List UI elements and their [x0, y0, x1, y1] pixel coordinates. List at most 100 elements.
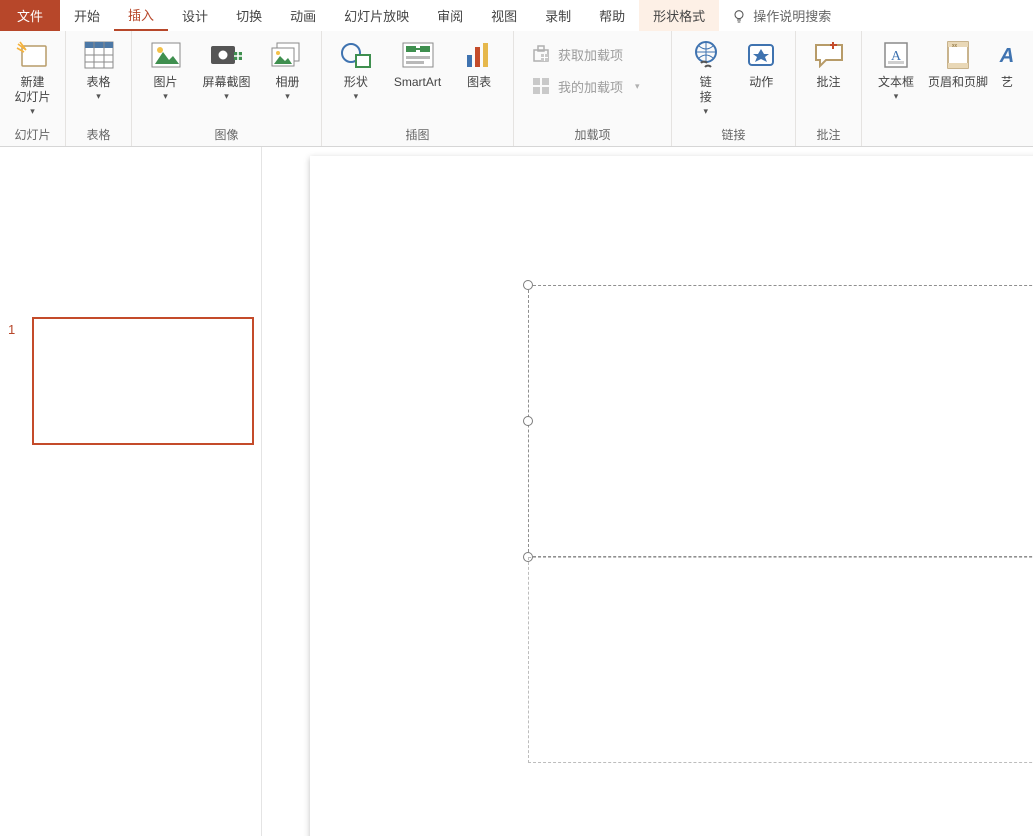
ribbon: 新建 幻灯片 ▾ 幻灯片 表格 ▾ 表格 — [0, 31, 1033, 147]
group-slides-label: 幻灯片 — [0, 126, 65, 146]
dropdown-arrow-icon: ▾ — [354, 91, 359, 102]
slide-thumbnail-1[interactable] — [32, 317, 254, 445]
group-illustrations: 形状 ▾ SmartArt — [322, 31, 514, 146]
table-icon — [84, 41, 114, 69]
table-button[interactable]: 表格 ▾ — [72, 35, 125, 104]
group-illustrations-label: 插图 — [322, 126, 513, 146]
shapes-icon — [340, 41, 372, 69]
group-tables: 表格 ▾ 表格 — [66, 31, 132, 146]
dropdown-arrow-icon: ▾ — [635, 81, 640, 92]
textbox-label: 文本框 — [878, 75, 914, 90]
smartart-button[interactable]: SmartArt — [384, 35, 452, 92]
comment-button[interactable]: 批注 — [802, 35, 855, 92]
svg-text:A: A — [999, 45, 1014, 67]
thumbnail-pane[interactable]: 1 — [0, 147, 262, 836]
group-tables-label: 表格 — [66, 126, 131, 146]
resize-handle-w[interactable] — [523, 416, 533, 426]
action-button[interactable]: 动作 — [734, 35, 790, 92]
smartart-icon — [402, 42, 434, 68]
dropdown-arrow-icon: ▾ — [285, 91, 290, 102]
group-images: 图片 ▾ 屏幕截图 ▾ — [132, 31, 322, 146]
chart-icon — [465, 41, 493, 69]
wordart-button[interactable]: A 艺 — [992, 35, 1022, 92]
group-text-label — [862, 126, 1033, 146]
album-icon — [271, 42, 303, 68]
resize-handle-nw[interactable] — [523, 280, 533, 290]
link-button[interactable]: 链 接 ▾ — [678, 35, 734, 119]
smartart-label: SmartArt — [394, 75, 441, 90]
tab-animations[interactable]: 动画 — [276, 0, 330, 31]
textbox-button[interactable]: A 文本框 ▾ — [868, 35, 924, 104]
dropdown-arrow-icon: ▾ — [96, 91, 101, 102]
album-button[interactable]: 相册 ▾ — [260, 35, 315, 104]
tab-record[interactable]: 录制 — [531, 0, 585, 31]
slide-canvas[interactable]: 单击此 — [310, 156, 1033, 836]
my-addins-label: 我的加载项 — [558, 77, 623, 96]
dropdown-arrow-icon: ▾ — [30, 106, 35, 117]
tell-me-label: 操作说明搜索 — [753, 6, 831, 25]
my-addins-button[interactable]: 我的加载项 ▾ — [524, 73, 648, 99]
picture-button[interactable]: 图片 ▾ — [138, 35, 193, 104]
group-addins-label: 加载项 — [514, 126, 671, 146]
header-footer-label: 页眉和页脚 — [928, 75, 988, 90]
tab-help[interactable]: 帮助 — [585, 0, 639, 31]
thumbnail-number: 1 — [8, 322, 15, 337]
subtitle-placeholder[interactable]: 单击此 — [528, 557, 1033, 763]
tab-design[interactable]: 设计 — [168, 0, 222, 31]
dropdown-arrow-icon: ▾ — [163, 91, 168, 102]
comment-icon — [814, 42, 844, 68]
group-text: A 文本框 ▾ xx 页眉和页脚 — [862, 31, 1033, 146]
get-addins-label: 获取加载项 — [558, 45, 623, 64]
group-addins: 获取加载项 我的加载项 ▾ 加载项 — [514, 31, 672, 146]
group-comments-label: 批注 — [796, 126, 861, 146]
group-comments: 批注 批注 — [796, 31, 862, 146]
wordart-label: 艺 — [1001, 75, 1013, 90]
chart-label: 图表 — [467, 75, 491, 90]
group-images-label: 图像 — [132, 126, 321, 146]
link-icon — [691, 40, 721, 70]
wordart-icon: A — [996, 42, 1018, 68]
slide-editor[interactable]: 单击此 — [262, 147, 1033, 836]
album-label: 相册 — [275, 75, 299, 90]
action-label: 动作 — [749, 75, 773, 90]
addins-icon — [532, 77, 550, 95]
screenshot-label: 屏幕截图 — [203, 75, 251, 90]
lightbulb-icon — [731, 8, 747, 24]
dropdown-arrow-icon: ▾ — [703, 106, 708, 117]
chart-button[interactable]: 图表 — [451, 35, 507, 92]
picture-icon — [151, 42, 181, 68]
tab-slideshow[interactable]: 幻灯片放映 — [330, 0, 423, 31]
tab-review[interactable]: 审阅 — [423, 0, 477, 31]
tab-transitions[interactable]: 切换 — [222, 0, 276, 31]
title-placeholder[interactable] — [528, 285, 1033, 557]
workspace: 1 单击此 — [0, 147, 1033, 836]
tab-shape-format[interactable]: 形状格式 — [639, 0, 719, 31]
tab-home[interactable]: 开始 — [60, 0, 114, 31]
group-links-label: 链接 — [672, 126, 795, 146]
dropdown-arrow-icon: ▾ — [894, 91, 899, 102]
new-slide-button[interactable]: 新建 幻灯片 ▾ — [6, 35, 59, 119]
tab-file[interactable]: 文件 — [0, 0, 60, 31]
tell-me-search[interactable]: 操作说明搜索 — [719, 0, 843, 31]
header-footer-button[interactable]: xx 页眉和页脚 — [924, 35, 992, 92]
new-slide-icon — [16, 40, 50, 70]
new-slide-label: 新建 幻灯片 — [14, 75, 50, 105]
group-slides: 新建 幻灯片 ▾ 幻灯片 — [0, 31, 66, 146]
picture-label: 图片 — [154, 75, 178, 90]
link-label: 链 接 — [700, 75, 712, 105]
table-label: 表格 — [86, 75, 110, 90]
header-footer-icon: xx — [946, 40, 970, 70]
get-addins-button[interactable]: 获取加载项 — [524, 41, 648, 67]
ribbon-tabs: 文件 开始 插入 设计 切换 动画 幻灯片放映 审阅 视图 录制 帮助 形状格式… — [0, 0, 1033, 31]
tab-view[interactable]: 视图 — [477, 0, 531, 31]
store-icon — [532, 45, 550, 63]
shapes-button[interactable]: 形状 ▾ — [328, 35, 384, 104]
tab-insert[interactable]: 插入 — [114, 0, 168, 31]
action-icon — [747, 41, 775, 69]
comment-label: 批注 — [816, 75, 840, 90]
textbox-icon: A — [883, 41, 909, 69]
screenshot-button[interactable]: 屏幕截图 ▾ — [193, 35, 260, 104]
group-links: 链 接 ▾ 动作 链接 — [672, 31, 796, 146]
shapes-label: 形状 — [344, 75, 368, 90]
dropdown-arrow-icon: ▾ — [224, 91, 229, 102]
